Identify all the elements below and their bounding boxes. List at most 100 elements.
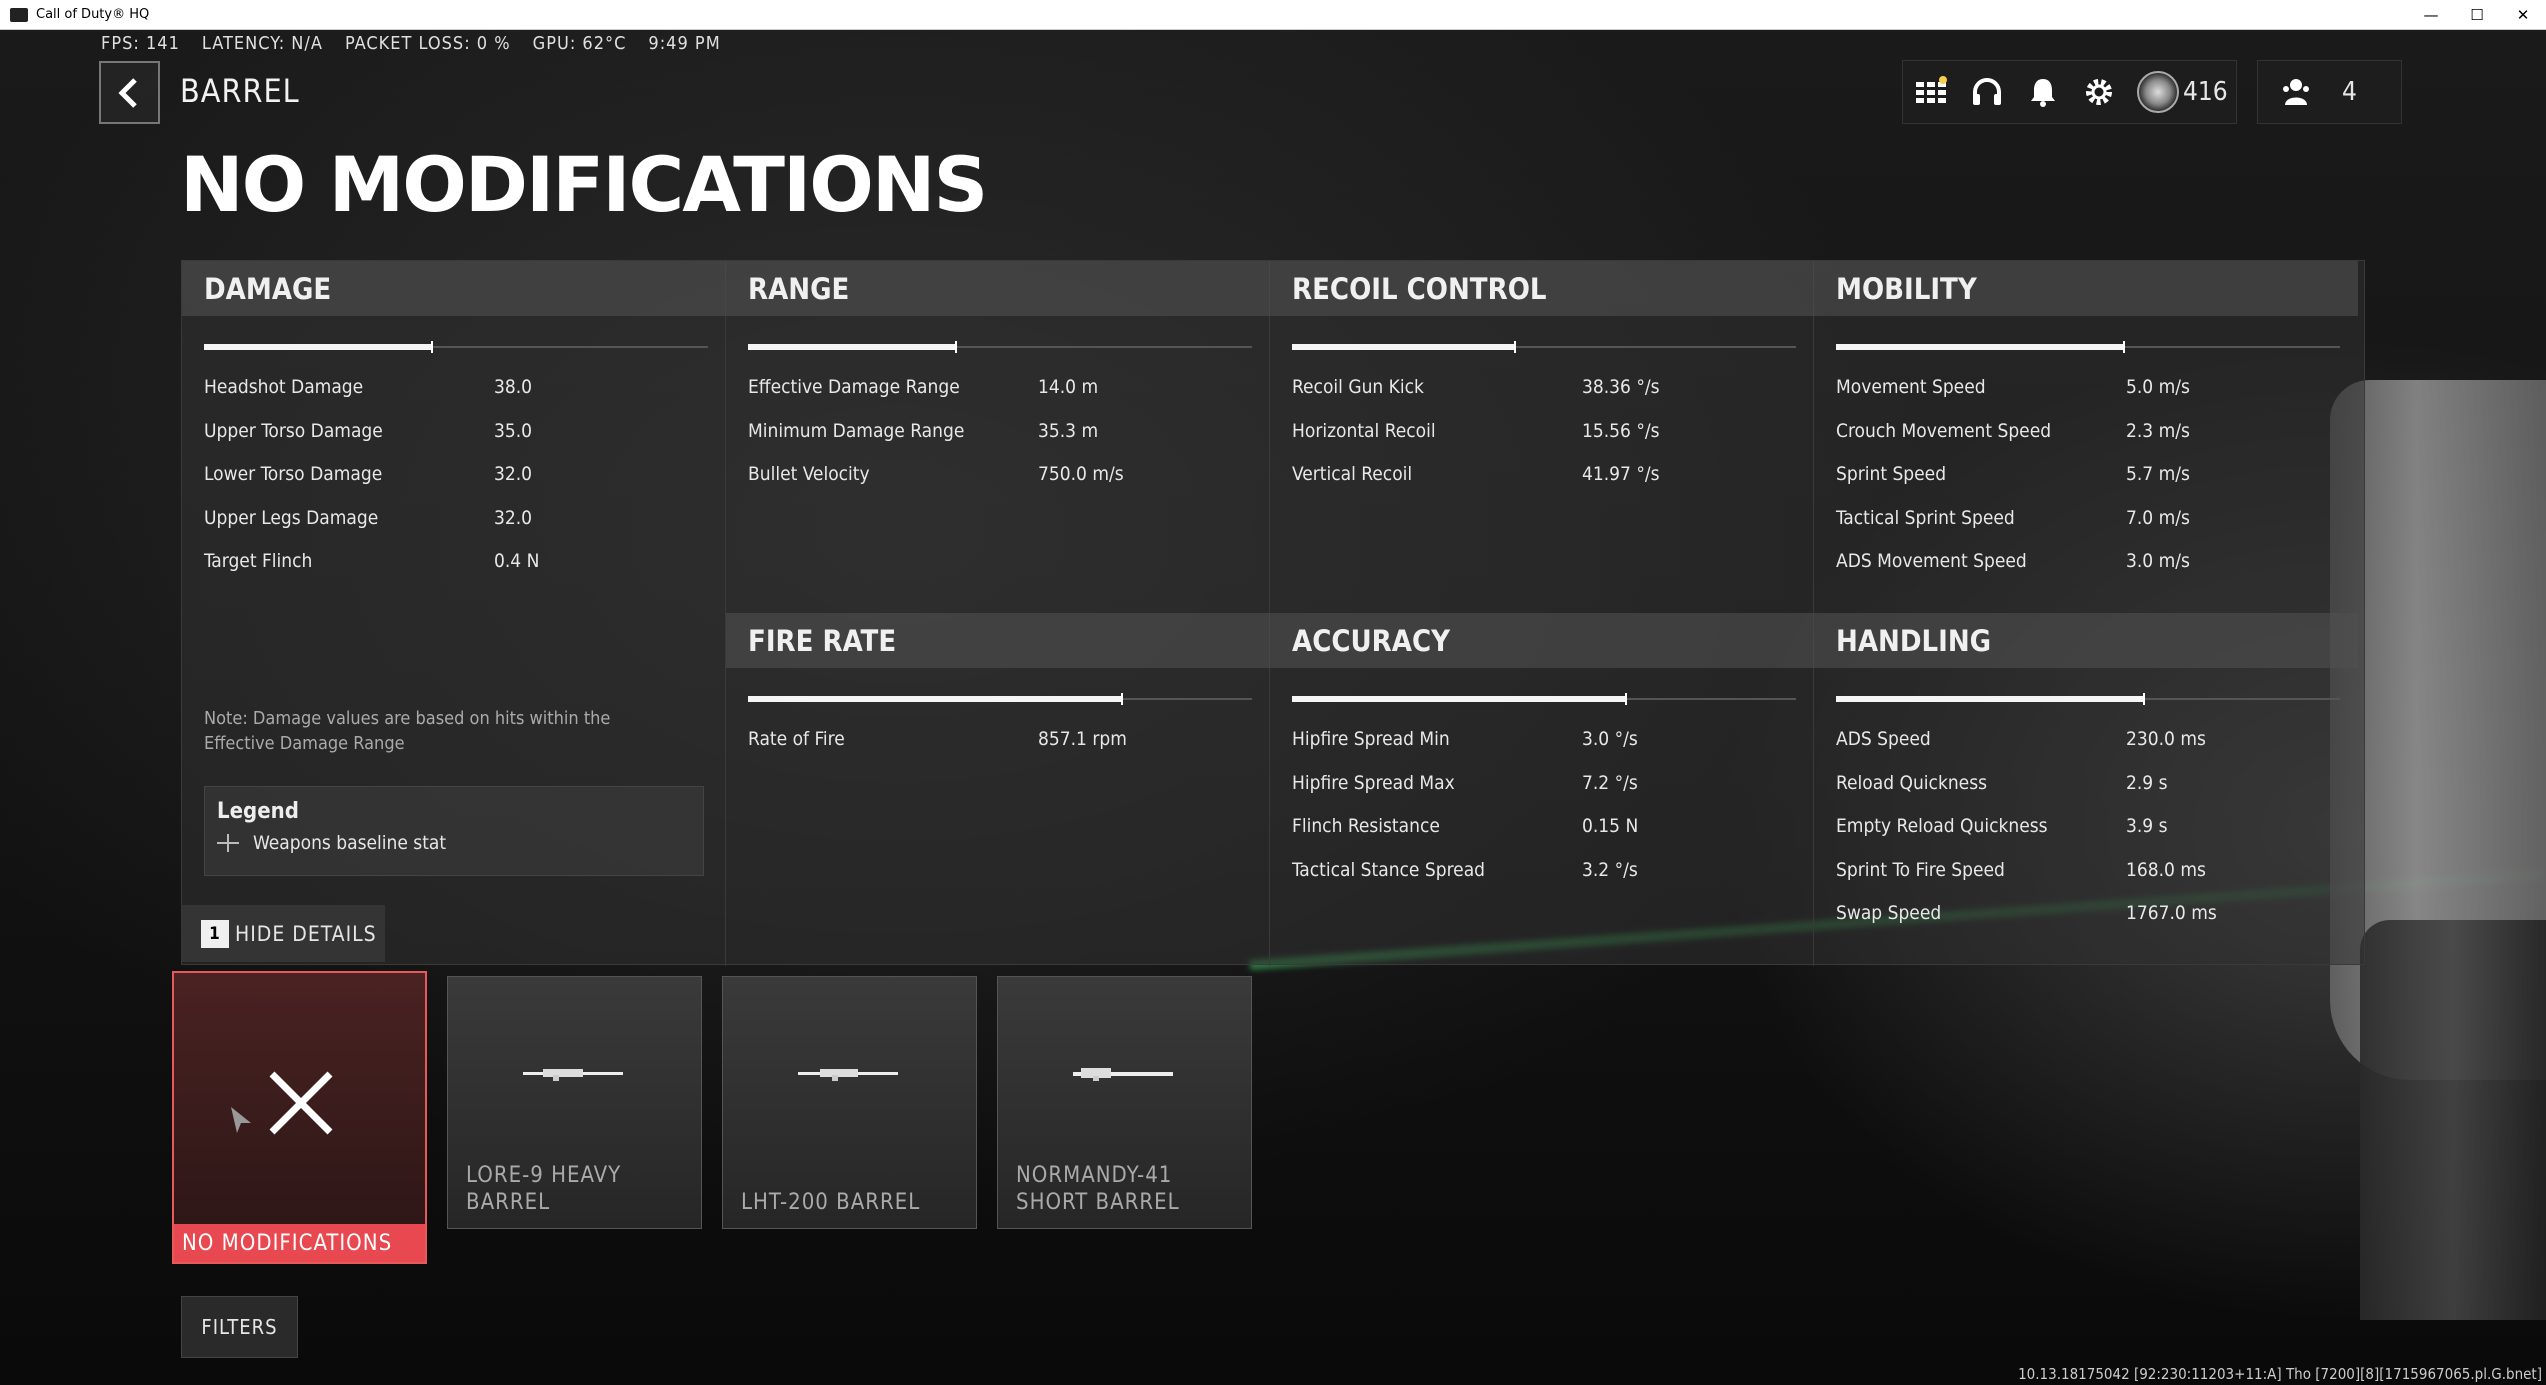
clock-readout: 9:49 PM <box>648 33 721 54</box>
close-icon <box>269 1071 333 1135</box>
stat-name: Recoil Gun Kick <box>1292 376 1424 398</box>
stat-row: Rate of Fire 857.1 rpm <box>748 728 1168 758</box>
minimize-icon[interactable]: — <box>2408 0 2454 30</box>
bell-icon[interactable] <box>2025 74 2061 110</box>
latency-readout: LATENCY: N/A <box>201 33 323 54</box>
stat-name: Empty Reload Quickness <box>1836 815 2048 837</box>
grid-menu-icon[interactable] <box>1913 74 1949 110</box>
stat-value: 2.3 m/s <box>2126 419 2190 442</box>
rifle-icon <box>523 1069 623 1081</box>
stat-value: 32.0 <box>494 463 533 485</box>
weapon-magazine-render <box>2360 920 2546 1320</box>
stat-row: Crouch Movement Speed 2.3 m/s <box>1836 420 2256 450</box>
filters-button[interactable]: FILTERS <box>181 1296 298 1358</box>
stat-name: Crouch Movement Speed <box>1836 419 2052 442</box>
build-info: 10.13.18175042 [92:230:11203+11:A] Tho [… <box>2018 1365 2542 1383</box>
stat-value: 230.0 ms <box>2126 728 2206 750</box>
section-title: MOBILITY <box>1814 261 2358 316</box>
stat-name: Rate of Fire <box>748 728 845 750</box>
section-recoil-control: RECOIL CONTROL Recoil Gun Kick 38.36 °/s H… <box>1270 261 1814 613</box>
fps-readout: FPS: 141 <box>101 33 180 54</box>
section-title: ACCURACY <box>1270 613 1814 668</box>
stat-value: 38.0 <box>494 376 533 398</box>
stat-name: Upper Torso Damage <box>204 419 383 442</box>
back-button[interactable] <box>99 61 160 124</box>
stat-name: Target Flinch <box>204 550 313 572</box>
stat-row: Tactical Stance Spread 3.2 °/s <box>1292 859 1712 889</box>
stat-value: 0.4 N <box>494 550 540 572</box>
attachment-card-lore-9[interactable]: LORE-9 HEAVY BARREL <box>447 976 702 1229</box>
section-title: RANGE <box>726 261 1270 316</box>
attachment-card-lht-200[interactable]: LHT-200 BARREL <box>722 976 977 1229</box>
stat-name: Headshot Damage <box>204 376 364 398</box>
keybind-badge: 1 <box>201 919 229 948</box>
stat-row: Minimum Damage Range 35.3 m <box>748 420 1168 450</box>
attachment-label: LORE-9 HEAVY BARREL <box>466 1163 622 1215</box>
stat-row: ADS Movement Speed 3.0 m/s <box>1836 550 2256 580</box>
top-hud: 416 <box>1902 60 2237 124</box>
stat-name: ADS Speed <box>1836 728 1931 750</box>
stat-value: 35.0 <box>494 419 533 442</box>
stat-bar <box>1292 693 1796 705</box>
rifle-icon <box>1073 1068 1173 1081</box>
attachment-label: NO MODIFICATIONS <box>174 1224 425 1262</box>
stat-row: Recoil Gun Kick 38.36 °/s <box>1292 376 1712 406</box>
stat-row: Lower Torso Damage 32.0 <box>204 463 624 493</box>
stat-row: Hipfire Spread Max 7.2 °/s <box>1292 772 1712 802</box>
stat-value: 2.9 s <box>2126 771 2168 794</box>
stat-name: Hipfire Spread Max <box>1292 771 1455 794</box>
stat-value: 41.97 °/s <box>1582 463 1660 485</box>
rifle-icon <box>798 1069 898 1081</box>
stat-row: Movement Speed 5.0 m/s <box>1836 376 2256 406</box>
stats-panel: DAMAGE Headshot Damage 38.0 Upper Torso Da… <box>181 260 2365 966</box>
stat-bar <box>748 341 1252 353</box>
prestige-level: 416 <box>2183 77 2228 107</box>
stat-name: Lower Torso Damage <box>204 463 383 485</box>
back-arrow-icon <box>117 77 137 108</box>
section-mobility: MOBILITY Movement Speed 5.0 m/s Crouch Mov… <box>1814 261 2358 613</box>
app-icon <box>10 7 28 22</box>
close-window-icon[interactable]: ✕ <box>2500 0 2546 30</box>
section-accuracy: ACCURACY Hipfire Spread Min 3.0 °/s Hipfir… <box>1270 613 1814 966</box>
stat-row: Sprint Speed 5.7 m/s <box>1836 463 2256 493</box>
damage-note: Note: Damage values are based on hits wi… <box>204 708 611 754</box>
baseline-marker-icon <box>217 834 239 852</box>
stat-row: ADS Speed 230.0 ms <box>1836 728 2256 758</box>
attachment-card-no-modifications[interactable]: NO MODIFICATIONS <box>172 971 427 1264</box>
stat-name: Sprint Speed <box>1836 463 1947 485</box>
stat-name: Tactical Stance Spread <box>1292 858 1486 881</box>
headset-icon[interactable] <box>1969 74 2005 110</box>
stat-bar <box>1836 693 2340 705</box>
legend-title: Legend <box>217 799 299 824</box>
stat-name: Effective Damage Range <box>748 376 960 398</box>
prestige-display[interactable]: 416 <box>2137 71 2228 113</box>
stat-name: Bullet Velocity <box>748 463 870 485</box>
stat-value: 35.3 m <box>1038 419 1099 442</box>
packet-loss-readout: PACKET LOSS: 0 % <box>344 33 511 54</box>
party-hud[interactable]: 4 <box>2257 60 2402 124</box>
stat-bar <box>748 693 1252 705</box>
stat-value: 857.1 rpm <box>1038 728 1127 750</box>
attachment-card-normandy-41[interactable]: NORMANDY-41 SHORT BARREL <box>997 976 1252 1229</box>
stat-value: 7.2 °/s <box>1582 771 1638 794</box>
maximize-icon[interactable]: ☐ <box>2454 0 2500 30</box>
section-range: RANGE Effective Damage Range 14.0 m Minimu… <box>726 261 1270 613</box>
stat-name: Sprint To Fire Speed <box>1836 858 2005 881</box>
stat-name: ADS Movement Speed <box>1836 550 2027 572</box>
stat-value: 750.0 m/s <box>1038 463 1124 485</box>
stat-name: Horizontal Recoil <box>1292 419 1436 442</box>
stat-row: Sprint To Fire Speed 168.0 ms <box>1836 859 2256 889</box>
hide-details-button[interactable]: 1 HIDE DETAILS <box>181 905 385 962</box>
stat-value: 3.2 °/s <box>1582 858 1638 881</box>
stat-value: 5.0 m/s <box>2126 376 2190 398</box>
stat-name: Tactical Sprint Speed <box>1836 506 2015 529</box>
stat-row: Horizontal Recoil 15.56 °/s <box>1292 420 1712 450</box>
party-count: 4 <box>2342 77 2357 107</box>
stat-row: Upper Torso Damage 35.0 <box>204 420 624 450</box>
section-title: FIRE RATE <box>726 613 1270 668</box>
stat-row: Reload Quickness 2.9 s <box>1836 772 2256 802</box>
stat-name: Vertical Recoil <box>1292 463 1413 485</box>
window-titlebar: Call of Duty® HQ — ☐ ✕ <box>0 0 2546 30</box>
stat-name: Flinch Resistance <box>1292 815 1440 837</box>
gear-icon[interactable] <box>2081 74 2117 110</box>
